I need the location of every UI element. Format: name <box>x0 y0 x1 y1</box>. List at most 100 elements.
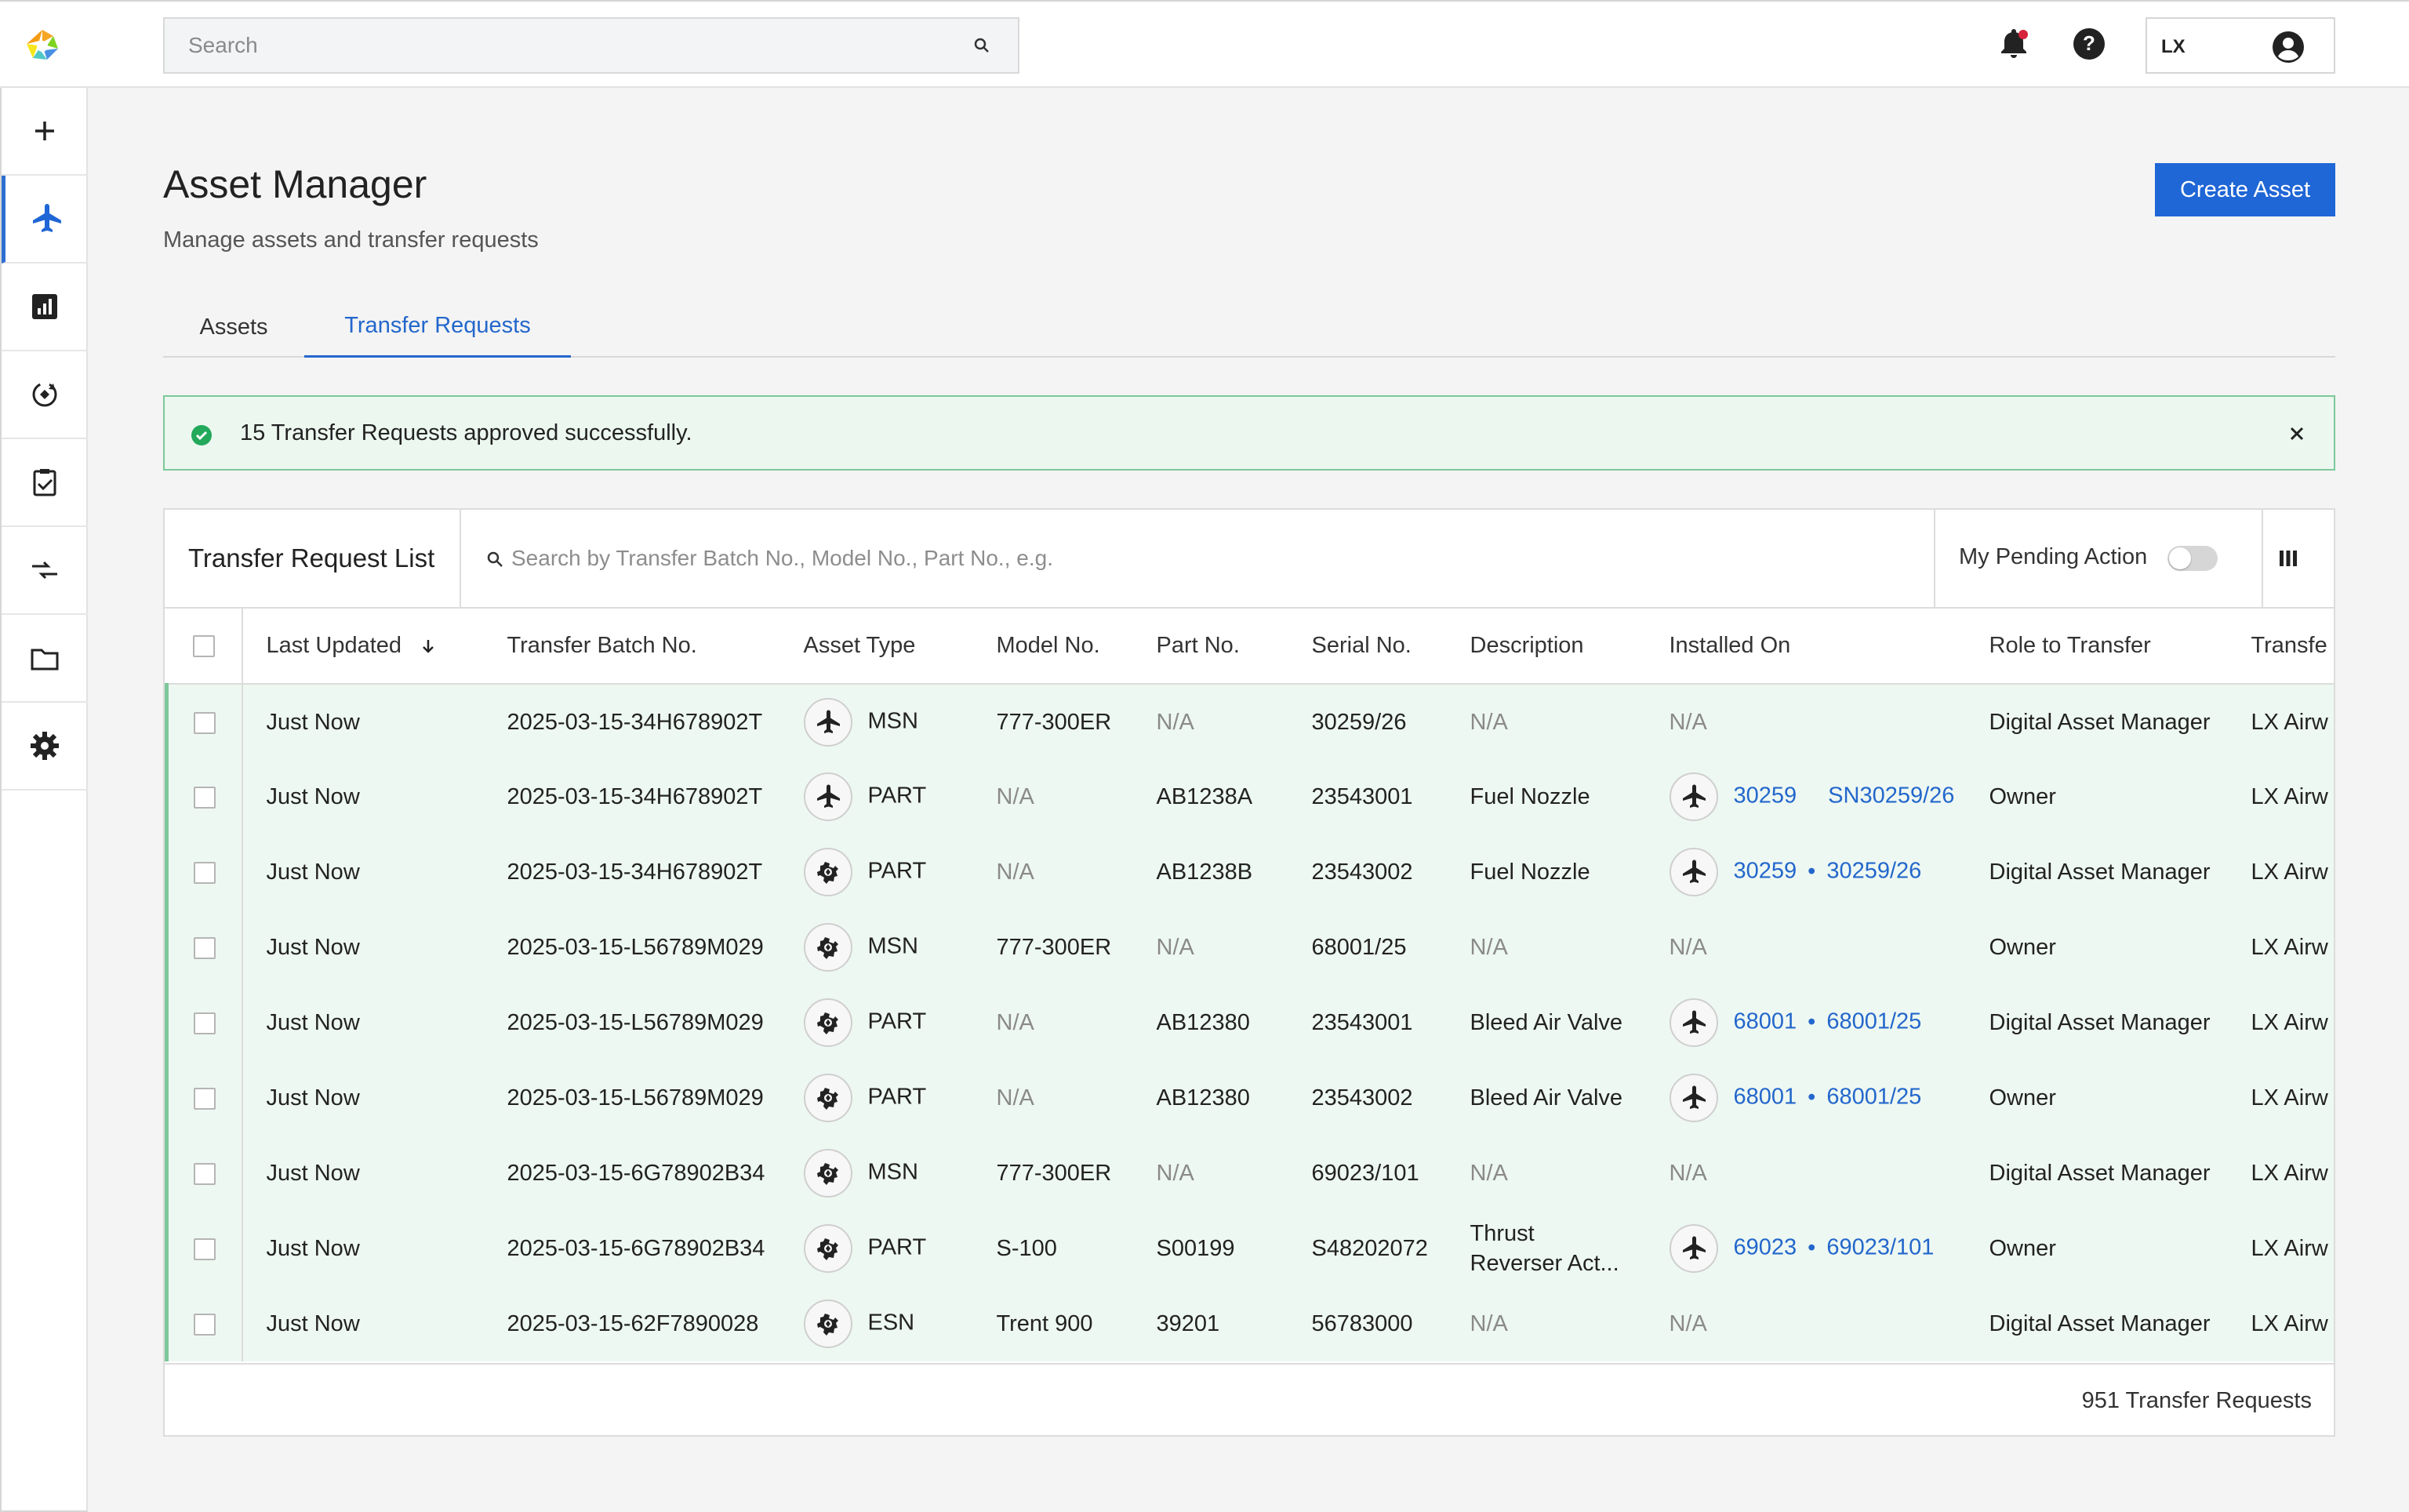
sidebar-item-transfers[interactable] <box>2 527 88 615</box>
list-search[interactable] <box>461 510 1942 607</box>
sidebar-item-sync[interactable] <box>2 351 88 439</box>
table-row[interactable]: Just Now 2025-03-15-6G78902B34 PART S-100 S0… <box>165 1211 2334 1286</box>
row-checkbox[interactable] <box>194 937 216 960</box>
col-last-updated[interactable]: Last Updated <box>242 609 484 685</box>
global-search-input[interactable] <box>165 19 965 72</box>
installed-msn-link[interactable]: 30259 <box>1734 783 1797 809</box>
col-transfer-to[interactable]: Transfe <box>2243 609 2334 685</box>
asset-type-cell: PART <box>790 1060 978 1136</box>
table-row[interactable]: Just Now 2025-03-15-34H678902T PART N/A AB12… <box>165 834 2334 910</box>
sidebar-item-create[interactable] <box>2 88 88 176</box>
user-menu[interactable]: LX <box>2146 17 2335 74</box>
table-row[interactable]: Just Now 2025-03-15-6G78902B34 MSN 777-300E… <box>165 1136 2334 1211</box>
installed-on-value: N/A <box>1669 1311 1707 1336</box>
installed-on-cell: 30259 SN30259/26 <box>1651 759 1971 834</box>
col-label: Last Updated <box>266 633 402 658</box>
installed-serial-link[interactable]: SN30259/26 <box>1828 783 1954 809</box>
part-no-cell: AB1238A <box>1156 784 1253 809</box>
installed-msn-link[interactable]: 68001 <box>1734 1085 1797 1110</box>
installed-serial-link[interactable]: 30259/26 <box>1826 859 1921 884</box>
transfer-to-cell: LX Airw <box>2251 1311 2328 1336</box>
asset-type-cell: MSN <box>790 684 978 759</box>
bell-icon[interactable] <box>1995 25 2033 63</box>
sidebar-item-assets[interactable] <box>2 176 88 264</box>
last-updated-cell: Just Now <box>266 935 360 960</box>
sync-icon <box>32 382 57 407</box>
table-row[interactable]: Just Now 2025-03-15-L56789M029 PART N/A AB12… <box>165 985 2334 1060</box>
col-serial-no[interactable]: Serial No. <box>1294 609 1452 685</box>
table-row[interactable]: Just Now 2025-03-15-L56789M029 PART N/A AB12… <box>165 1060 2334 1136</box>
part-no-cell: S00199 <box>1156 1236 1235 1261</box>
last-updated-cell: Just Now <box>266 1010 360 1035</box>
col-description[interactable]: Description <box>1451 609 1651 685</box>
airplane-icon <box>1669 1224 1718 1273</box>
installed-msn-link[interactable]: 69023 <box>1734 1235 1797 1260</box>
row-checkbox[interactable] <box>194 862 216 885</box>
list-search-input[interactable] <box>511 533 1907 583</box>
serial-no-cell: 23543001 <box>1311 784 1413 809</box>
sidebar-item-reports[interactable] <box>2 264 88 351</box>
batch-no-cell: 2025-03-15-34H678902T <box>507 709 763 735</box>
table-row[interactable]: Just Now 2025-03-15-34H678902T MSN 777-300E… <box>165 684 2334 759</box>
airplane-icon <box>1669 772 1718 821</box>
app-logo-icon[interactable] <box>24 27 61 64</box>
description-cell: N/A <box>1470 1311 1508 1336</box>
create-asset-button[interactable]: Create Asset <box>2155 163 2335 216</box>
folder-icon <box>31 649 59 671</box>
description-cell: N/A <box>1470 935 1508 960</box>
row-checkbox[interactable] <box>194 1163 216 1186</box>
row-checkbox[interactable] <box>194 1012 216 1035</box>
asset-type-label: MSN <box>867 1159 918 1185</box>
row-select-cell <box>165 1286 243 1361</box>
svg-text:?: ? <box>2083 31 2095 55</box>
model-no-cell: Trent 900 <box>996 1311 1093 1336</box>
col-model-no[interactable]: Model No. <box>977 609 1138 685</box>
row-select-cell <box>165 834 243 910</box>
row-checkbox[interactable] <box>194 711 216 734</box>
installed-on-cell: N/A <box>1651 1286 1971 1361</box>
last-updated-cell: Just Now <box>266 709 360 735</box>
table-row[interactable]: Just Now 2025-03-15-62F7890028 ESN Trent 90… <box>165 1286 2334 1361</box>
row-checkbox[interactable] <box>194 1088 216 1110</box>
arrow-down-icon[interactable] <box>419 637 438 656</box>
columns-icon[interactable] <box>2274 544 2302 572</box>
help-icon[interactable]: ? <box>2070 25 2108 63</box>
installed-serial-link[interactable]: 68001/25 <box>1826 1009 1921 1034</box>
tab-transfer-requests[interactable]: Transfer Requests <box>304 296 571 358</box>
installed-on-cell: N/A <box>1651 1136 1971 1211</box>
batch-no-cell: 2025-03-15-6G78902B34 <box>507 1236 765 1261</box>
sidebar-item-settings[interactable] <box>2 703 88 791</box>
table-row[interactable]: Just Now 2025-03-15-L56789M029 MSN 777-300E… <box>165 910 2334 985</box>
installed-msn-link[interactable]: 68001 <box>1734 1009 1797 1034</box>
pending-action-toggle[interactable] <box>2167 546 2218 571</box>
row-checkbox[interactable] <box>194 1238 216 1261</box>
global-search[interactable] <box>163 17 1019 74</box>
col-batch-no[interactable]: Transfer Batch No. <box>483 609 790 685</box>
role-cell: Owner <box>1989 935 2056 960</box>
sidebar-item-tasks[interactable] <box>2 439 88 527</box>
installed-serial-link[interactable]: 69023/101 <box>1826 1235 1934 1260</box>
airplane-icon <box>1669 848 1718 896</box>
part-no-cell: AB12380 <box>1156 1010 1250 1035</box>
select-all-checkbox[interactable] <box>193 635 215 658</box>
table-row[interactable]: Just Now 2025-03-15-34H678902T PART N/A AB12… <box>165 759 2334 834</box>
table-body: Just Now 2025-03-15-34H678902T MSN 777-300E… <box>165 684 2334 1361</box>
col-installed-on[interactable]: Installed On <box>1650 609 1971 685</box>
list-title: Transfer Request List <box>165 510 461 607</box>
transfer-request-card: Transfer Request List My Pending Action … <box>163 508 2335 1437</box>
row-checkbox[interactable] <box>194 1314 216 1336</box>
row-select-cell <box>165 985 243 1060</box>
row-checkbox[interactable] <box>194 787 216 809</box>
close-icon[interactable] <box>2285 422 2309 445</box>
installed-msn-link[interactable]: 30259 <box>1734 859 1797 884</box>
col-asset-type[interactable]: Asset Type <box>789 609 978 685</box>
col-role-to-transfer[interactable]: Role to Transfer <box>1970 609 2244 685</box>
role-cell: Owner <box>1989 784 2056 809</box>
serial-no-cell: 23543002 <box>1311 1085 1413 1110</box>
col-part-no[interactable]: Part No. <box>1137 609 1295 685</box>
row-select-cell <box>165 910 243 985</box>
tab-assets[interactable]: Assets <box>163 296 304 358</box>
sidebar-item-documents[interactable] <box>2 615 88 703</box>
installed-serial-link[interactable]: 68001/25 <box>1826 1085 1921 1110</box>
search-icon[interactable] <box>972 36 991 55</box>
